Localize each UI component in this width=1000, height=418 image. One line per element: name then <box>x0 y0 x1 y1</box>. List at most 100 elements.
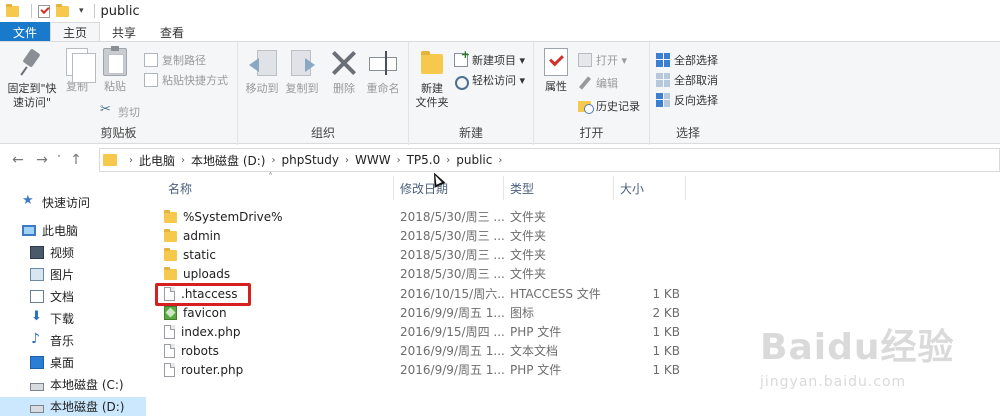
divider <box>93 4 95 18</box>
file-size <box>614 245 680 264</box>
file-name: %SystemDrive% <box>183 209 283 224</box>
new-folder-label-line1: 新建 <box>421 82 443 95</box>
copy-button[interactable]: 复制 <box>58 48 96 94</box>
chevron-right-icon[interactable]: › <box>271 155 275 166</box>
nav-item-downloads[interactable]: 下载 <box>0 309 146 328</box>
file-size: 1 KB <box>652 286 680 301</box>
breadcrumb-www[interactable]: WWW <box>355 153 391 167</box>
annotation-highlight-box <box>155 283 251 306</box>
chevron-right-icon[interactable]: › <box>446 155 450 166</box>
column-header-type[interactable]: 类型 <box>504 176 614 200</box>
back-button[interactable]: ← <box>8 152 28 168</box>
file-size <box>614 264 680 283</box>
cut-button[interactable]: 剪切 <box>100 102 140 120</box>
breadcrumb-tp5[interactable]: TP5.0 <box>407 153 441 167</box>
rename-button[interactable]: 重命名 <box>362 48 404 96</box>
history-button[interactable]: 历史记录 <box>578 97 640 114</box>
nav-item-label: 本地磁盘 (D:) <box>50 400 125 414</box>
table-row[interactable]: admin 2018/5/30/周三 ... 文件夹 <box>146 226 1000 245</box>
select-none-button[interactable]: 全部取消 <box>656 71 718 88</box>
file-size: 1 KB <box>652 324 680 339</box>
properties-button[interactable]: 属性 <box>538 48 574 94</box>
copy-path-label: 复制路径 <box>162 53 206 67</box>
customize-quick-access-dropdown[interactable]: ▾ <box>79 6 84 16</box>
invert-selection-label: 反向选择 <box>674 93 718 107</box>
table-row[interactable]: static 2018/5/30/周三 ... 文件夹 <box>146 245 1000 264</box>
forward-button[interactable]: → <box>32 152 52 168</box>
file-icon <box>164 343 175 358</box>
delete-button[interactable]: 删除 <box>326 48 362 96</box>
new-folder-quick-icon[interactable] <box>56 3 69 17</box>
easy-access-button[interactable]: 轻松访问 ▾ <box>454 71 525 90</box>
nav-item-drive-c[interactable]: 本地磁盘 (C:) <box>0 375 146 394</box>
new-folder-button[interactable]: 新建 文件夹 <box>411 48 453 110</box>
file-name: robots <box>181 343 219 358</box>
move-to-label: 移动到 <box>245 82 279 95</box>
file-name-cell: index.php <box>164 322 394 341</box>
nav-item-videos[interactable]: 视频 <box>0 243 146 262</box>
chevron-right-icon[interactable]: › <box>498 155 502 166</box>
open-button[interactable]: 打开 ▾ <box>578 51 627 68</box>
breadcrumb-public[interactable]: public <box>456 153 492 167</box>
recent-locations-button[interactable]: ˅ <box>52 155 66 165</box>
new-item-button[interactable]: 新建项目 ▾ <box>454 48 525 68</box>
select-none-label: 全部取消 <box>674 73 718 87</box>
nav-item-desktop[interactable]: 桌面 <box>0 353 146 372</box>
select-all-button[interactable]: 全部选择 <box>656 51 718 68</box>
pin-to-quick-access-button[interactable]: 固定到"快 速访问" <box>4 48 60 110</box>
properties-quick-icon[interactable] <box>38 4 50 18</box>
edit-button[interactable]: 编辑 <box>578 74 618 91</box>
navigation-pane: 快速访问 此电脑 视频 图片 文档 下载 音乐 桌面 本地磁盘 (C:) 本地磁… <box>0 176 146 418</box>
scissors-icon <box>100 102 114 119</box>
copy-to-button[interactable]: 复制到 <box>282 48 322 96</box>
paste-button[interactable]: 粘贴 <box>96 46 134 94</box>
table-row[interactable]: uploads 2018/5/30/周三 ... 文件夹 <box>146 264 1000 283</box>
open-label: 打开 ▾ <box>596 53 628 67</box>
chevron-right-icon[interactable]: › <box>129 155 133 166</box>
chevron-right-icon[interactable]: › <box>345 155 349 166</box>
nav-item-documents[interactable]: 文档 <box>0 287 146 306</box>
copy-path-button[interactable]: 复制路径 <box>144 51 206 68</box>
tab-file[interactable]: 文件 <box>0 22 50 42</box>
divider <box>31 4 32 18</box>
file-name: uploads <box>183 266 231 281</box>
file-name: index.php <box>181 324 241 339</box>
file-modified: 2018/5/30/周三 ... <box>400 229 504 243</box>
file-name: static <box>183 247 216 262</box>
nav-item-drive-d[interactable]: 本地磁盘 (D:) <box>0 397 146 416</box>
tab-share[interactable]: 共享 <box>100 22 148 42</box>
nav-item-pictures[interactable]: 图片 <box>0 265 146 284</box>
copy-to-icon <box>287 48 317 78</box>
breadcrumb-phpstudy[interactable]: phpStudy <box>281 153 339 167</box>
window-title: public <box>100 3 140 19</box>
chevron-right-icon[interactable]: › <box>181 155 185 166</box>
column-header-name[interactable]: 名称 <box>162 176 394 200</box>
move-to-button[interactable]: 移动到 <box>242 48 282 96</box>
properties-label: 属性 <box>545 80 567 93</box>
group-open: 属性 打开 ▾ 编辑 历史记录 打开 <box>534 42 650 145</box>
tab-view[interactable]: 查看 <box>148 22 196 42</box>
file-name-cell: static <box>164 245 394 264</box>
file-type: 文件夹 <box>510 229 547 243</box>
tab-home[interactable]: 主页 <box>50 22 101 42</box>
table-row[interactable]: %SystemDrive% 2018/5/30/周三 ... 文件夹 <box>146 207 1000 226</box>
table-row[interactable]: .htaccess 2016/10/15/周六... HTACCESS 文件 1… <box>146 284 1000 303</box>
up-button[interactable]: ↑ <box>66 152 86 168</box>
nav-item-music[interactable]: 音乐 <box>0 331 146 350</box>
breadcrumb-drive-d[interactable]: 本地磁盘 (D:) <box>191 152 265 169</box>
breadcrumb-this-pc[interactable]: 此电脑 <box>139 152 175 169</box>
address-bar[interactable]: › 此电脑 › 本地磁盘 (D:) › phpStudy › WWW › TP5… <box>99 148 1000 172</box>
edit-icon <box>578 76 592 90</box>
nav-item-this-pc[interactable]: 此电脑 <box>0 221 146 240</box>
nav-item-quick-access[interactable]: 快速访问 <box>0 193 146 212</box>
nav-item-label: 音乐 <box>50 334 75 348</box>
download-icon <box>30 309 44 325</box>
group-new: 新建 文件夹 新建项目 ▾ 轻松访问 ▾ 新建 <box>409 42 534 145</box>
column-header-size[interactable]: 大小 <box>614 176 686 200</box>
file-modified: 2018/5/30/周三 ... <box>400 267 504 281</box>
column-header-modified[interactable]: 修改日期 <box>394 176 504 200</box>
watermark-site: jingyan.baidu.com <box>760 374 907 390</box>
invert-selection-button[interactable]: 反向选择 <box>656 91 718 108</box>
chevron-right-icon[interactable]: › <box>397 155 401 166</box>
paste-shortcut-button[interactable]: 粘贴快捷方式 <box>144 71 228 88</box>
